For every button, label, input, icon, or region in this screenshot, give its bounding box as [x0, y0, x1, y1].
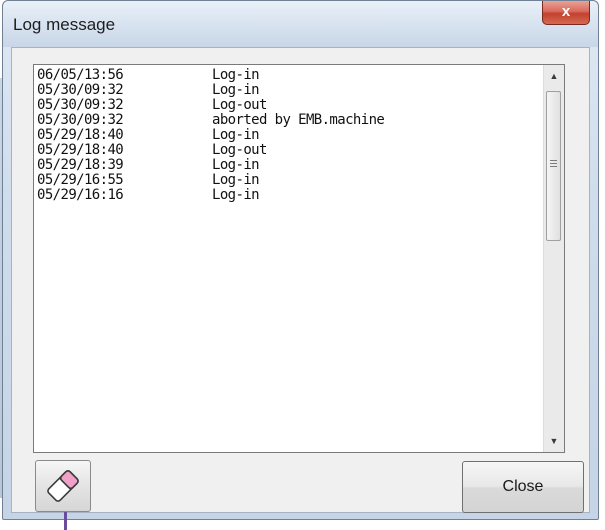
eraser-icon: [47, 470, 79, 502]
clear-log-button[interactable]: [35, 460, 91, 512]
log-message: Log-in: [212, 82, 260, 98]
grip-icon: [550, 160, 557, 168]
log-row[interactable]: 05/29/16:55 Log-in: [37, 173, 542, 188]
callout-pointer: [64, 512, 67, 530]
log-timestamp: 05/30/09:32: [37, 82, 124, 98]
close-button[interactable]: Close: [462, 461, 584, 513]
log-timestamp: 05/29/16:55: [37, 172, 124, 188]
log-list: 06/05/13:56 Log-in 05/30/09:32 Log-in 05/30/…: [37, 68, 542, 448]
log-message: aborted by EMB.machine: [212, 112, 385, 128]
dialog-title: Log message: [13, 15, 116, 34]
vertical-scrollbar[interactable]: ▲ ▼: [543, 65, 564, 452]
log-message: Log-in: [212, 68, 260, 83]
log-row[interactable]: 05/30/09:32 Log-in: [37, 83, 542, 98]
log-message: Log-in: [212, 172, 260, 188]
log-row[interactable]: 05/29/18:39 Log-in: [37, 158, 542, 173]
log-row[interactable]: 05/30/09:32 aborted by EMB.machine: [37, 113, 542, 128]
log-message-dialog: Log message x 06/05/13:56 Log-in 05/30/09:…: [2, 0, 599, 520]
log-message: Log-in: [212, 157, 260, 173]
log-timestamp: 05/29/18:40: [37, 142, 124, 158]
log-message: Log-out: [212, 97, 267, 113]
log-row[interactable]: 05/29/18:40 Log-in: [37, 128, 542, 143]
log-timestamp: 05/29/18:40: [37, 127, 124, 143]
title-bar[interactable]: Log message x: [3, 1, 598, 47]
log-timestamp: 05/30/09:32: [37, 97, 124, 113]
log-list-box[interactable]: 06/05/13:56 Log-in 05/30/09:32 Log-in 05/30/…: [33, 64, 565, 453]
dialog-body: 06/05/13:56 Log-in 05/30/09:32 Log-in 05/30/…: [11, 47, 590, 513]
window-close-button[interactable]: x: [542, 1, 590, 25]
log-message: Log-in: [212, 127, 260, 143]
log-timestamp: 05/30/09:32: [37, 112, 124, 128]
scroll-down-arrow-icon[interactable]: ▼: [544, 430, 564, 452]
log-row[interactable]: 05/29/16:16 Log-in: [37, 188, 542, 203]
close-icon: x: [561, 3, 571, 20]
log-timestamp: 06/05/13:56: [37, 68, 124, 83]
log-timestamp: 05/29/18:39: [37, 157, 124, 173]
scroll-thumb[interactable]: [546, 91, 561, 241]
log-row[interactable]: 05/30/09:32 Log-out: [37, 98, 542, 113]
log-row[interactable]: 05/29/18:40 Log-out: [37, 143, 542, 158]
log-message: Log-in: [212, 187, 260, 203]
log-row[interactable]: 06/05/13:56 Log-in: [37, 68, 542, 83]
log-message: Log-out: [212, 142, 267, 158]
log-timestamp: 05/29/16:16: [37, 187, 124, 203]
scroll-up-arrow-icon[interactable]: ▲: [544, 65, 564, 87]
